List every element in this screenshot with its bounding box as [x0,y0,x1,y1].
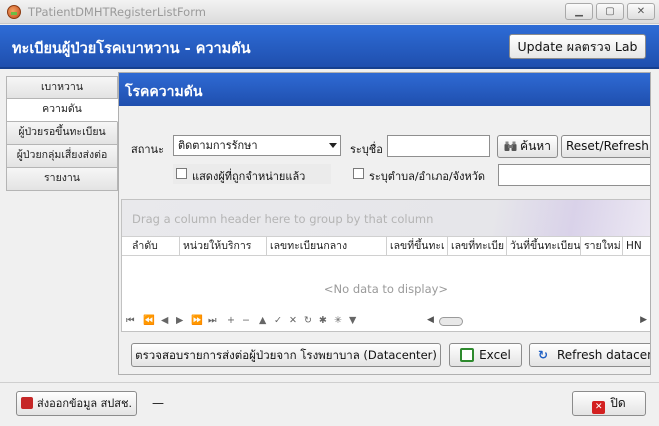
excel-button-label: Excel [479,348,511,362]
column-header[interactable]: เลขทะเบียนกลาง [267,237,387,255]
delete-icon[interactable]: − [242,315,250,326]
search-button[interactable]: ค้นหา [497,135,558,158]
footer-bar: ส่งออกข้อมูล สปสช. — ✕ ปิด [0,382,659,426]
scrollbar-thumb[interactable] [439,317,463,326]
window-title: TPatientDMHTRegisterListForm [28,5,206,19]
grid-header-row: ลำดับ หน่วยให้บริการ เลขทะเบียนกลาง เลขท… [122,236,650,256]
chevron-down-icon[interactable] [329,143,337,148]
sidebar-item-diabetes[interactable]: เบาหวาน [6,76,118,99]
datacenter-referral-button[interactable]: ตรวจสอบรายการส่งต่อผู้ป่วยจาก โรงพยาบาล … [131,343,441,367]
scroll-left-icon[interactable]: ◀ [427,315,434,325]
column-header[interactable]: หน่วยให้บริการ [180,237,267,255]
refresh-icon[interactable]: ↻ [304,315,312,326]
column-header[interactable]: วันที่ขึ้นทะเบียน [507,237,581,255]
cancel-icon[interactable]: ✕ [289,315,297,326]
sidebar-item-hypertension[interactable]: ความดัน [6,99,118,122]
update-lab-button[interactable]: Update ผลตรวจ Lab [509,34,646,59]
edit-icon[interactable]: ▲ [259,315,266,326]
prev-record-icon[interactable]: ◀ [161,315,168,326]
binoculars-icon [504,138,517,151]
goto-bookmark-icon[interactable]: ✳ [334,315,342,326]
status-dash: — [152,396,164,410]
group-by-panel[interactable]: Drag a column header here to group by th… [122,200,650,236]
show-discharged-label: แสดงผู้ที่ถูกจำหน่ายแล้ว [192,170,306,183]
first-record-icon[interactable]: ⏮ [126,315,135,326]
panel-header: โรคความดัน [119,73,650,106]
sidebar-item-pending-registration[interactable]: ผู้ป่วยรอขึ้นทะเบียน [6,122,118,145]
search-button-label: ค้นหา [520,139,551,153]
column-header[interactable]: เลขที่ทะเบีย [448,237,507,255]
close-window-button[interactable]: ✕ [627,3,655,20]
filter-icon[interactable]: ▼ [349,315,356,326]
app-icon [7,5,21,19]
patient-grid: Drag a column header here to group by th… [121,199,650,332]
close-button[interactable]: ✕ ปิด [572,391,646,416]
area-input[interactable] [498,164,650,186]
sidebar-item-risk-referral[interactable]: ผู้ป่วยกลุ่มเสี่ยงส่งต่อ [6,145,118,168]
column-header[interactable]: รายใหม่ [581,237,623,255]
excel-button[interactable]: Excel [449,343,522,367]
name-label: ระบุชื่อ [350,143,383,156]
show-discharged-option[interactable]: แสดงผู้ที่ถูกจำหน่ายแล้ว [173,164,331,184]
status-select[interactable]: ติดตามการรักษา [173,135,341,156]
post-icon[interactable]: ✓ [274,315,282,326]
refresh-datacenter-label: Refresh datacenter [557,348,650,362]
column-header[interactable]: ลำดับ [122,237,180,255]
area-filter-checkbox[interactable] [353,168,364,179]
close-button-label: ปิด [610,396,626,410]
prev-page-icon[interactable]: ⏪ [143,315,155,326]
refresh-icon: ↻ [538,348,549,362]
excel-icon [460,348,475,362]
bookmark-icon[interactable]: ✱ [319,315,327,326]
export-nhso-label: ส่งออกข้อมูล สปสช. [37,397,132,410]
grid-navigator: ⏮ ⏪ ◀ ▶ ⏩ ⏭ + − ▲ ✓ ✕ ↻ ✱ ✳ ▼ ◀ ▶ [122,312,650,331]
append-icon[interactable]: + [227,315,235,326]
empty-grid-message: <No data to display> [323,282,449,296]
window-titlebar: TPatientDMHTRegisterListForm ▁ ▢ ✕ [0,0,659,24]
status-label: สถานะ [131,143,164,156]
next-page-icon[interactable]: ⏩ [191,315,203,326]
reset-refresh-button[interactable]: Reset/Refresh [561,135,650,158]
show-discharged-checkbox[interactable] [176,168,187,179]
group-by-hint: Drag a column header here to group by th… [132,212,434,226]
maximize-button[interactable]: ▢ [596,3,624,20]
hypertension-panel: โรคความดัน สถานะ ติดตามการรักษา ระบุชื่อ… [118,72,651,375]
refresh-datacenter-button[interactable]: ↻ Refresh datacenter [529,343,650,367]
sidebar: เบาหวาน ความดัน ผู้ป่วยรอขึ้นทะเบียน ผู้… [6,76,118,191]
name-input[interactable] [387,135,490,157]
minimize-button[interactable]: ▁ [565,3,593,20]
horizontal-scrollbar[interactable]: ◀ ▶ [427,315,647,328]
scroll-right-icon[interactable]: ▶ [640,315,647,325]
export-icon [21,397,34,409]
form-header: ทะเบียนผู้ป่วยโรคเบาหวาน - ความดัน Updat… [0,25,659,69]
last-record-icon[interactable]: ⏭ [208,315,217,326]
next-record-icon[interactable]: ▶ [176,315,183,326]
status-select-value: ติดตามการรักษา [178,139,258,152]
column-header[interactable]: HN [623,237,650,255]
area-filter-label: ระบุตำบล/อำเภอ/จังหวัด [369,170,486,183]
close-icon: ✕ [592,401,606,414]
export-nhso-button[interactable]: ส่งออกข้อมูล สปสช. [16,391,137,416]
panel-title: โรคความดัน [125,84,203,100]
sidebar-item-reports[interactable]: รายงาน [6,168,118,191]
page-title: ทะเบียนผู้ป่วยโรคเบาหวาน - ความดัน [12,41,251,57]
column-header[interactable]: เลขที่ขึ้นทะเ [387,237,448,255]
